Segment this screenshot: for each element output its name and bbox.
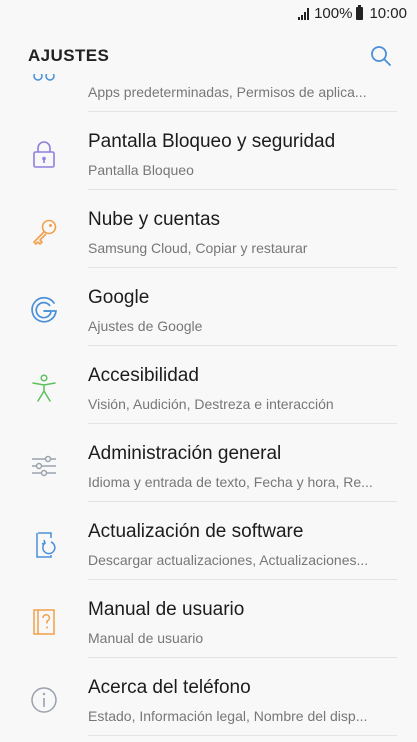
- page-title: AJUSTES: [28, 46, 110, 65]
- settings-item-title: Nube y cuentas: [88, 209, 221, 230]
- settings-item-accessibility[interactable]: Accesibilidad Visión, Audición, Destreza…: [0, 346, 417, 424]
- battery-icon: [356, 5, 364, 20]
- settings-item-general-management[interactable]: Administración general Idioma y entrada …: [0, 424, 417, 502]
- user-manual-icon: [26, 604, 62, 640]
- settings-item-subtitle: Samsung Cloud, Copiar y restaurar: [88, 240, 308, 256]
- settings-item-subtitle: Descargar actualizaciones, Actualizacion…: [88, 552, 369, 568]
- info-icon: [26, 682, 62, 718]
- settings-item-software-update[interactable]: Actualización de software Descargar actu…: [0, 502, 417, 580]
- lock-icon: [26, 136, 62, 172]
- settings-item-title: Administración general: [88, 443, 282, 464]
- settings-item-title: Manual de usuario: [88, 599, 245, 620]
- clock: 10:00: [369, 5, 407, 22]
- settings-item-cloud-accounts[interactable]: Nube y cuentas Samsung Cloud, Copiar y r…: [0, 190, 417, 268]
- settings-item-user-manual[interactable]: Manual de usuario Manual de usuario: [0, 580, 417, 658]
- settings-item-title: Actualización de software: [88, 521, 304, 542]
- settings-item-title: Acerca del teléfono: [88, 677, 251, 698]
- settings-item-google[interactable]: Google Ajustes de Google: [0, 268, 417, 346]
- settings-item-title: Accesibilidad: [88, 365, 199, 386]
- settings-item-title: Pantalla Bloqueo y seguridad: [88, 131, 336, 152]
- settings-item-subtitle: Manual de usuario: [88, 630, 204, 646]
- status-indicators: 100% 10:00: [298, 5, 407, 22]
- divider: [88, 735, 397, 736]
- sliders-icon: [26, 448, 62, 484]
- settings-item-subtitle: Idioma y entrada de texto, Fecha y hora,…: [88, 474, 373, 490]
- settings-item-subtitle: Visión, Audición, Destreza e interacción: [88, 396, 334, 412]
- settings-item-title: Google: [88, 287, 150, 308]
- settings-item-about-phone[interactable]: Acerca del teléfono Estado, Información …: [0, 658, 417, 736]
- settings-item-lock-screen[interactable]: Pantalla Bloqueo y seguridad Pantalla Bl…: [0, 112, 417, 190]
- apps-icon: [26, 74, 62, 90]
- software-update-icon: [26, 526, 62, 562]
- search-icon[interactable]: [369, 44, 393, 68]
- settings-item-subtitle: Estado, Información legal, Nombre del di…: [88, 708, 368, 724]
- accessibility-icon: [26, 370, 62, 406]
- settings-item-subtitle: Pantalla Bloqueo: [88, 162, 194, 178]
- battery-percent: 100%: [314, 5, 353, 22]
- key-icon: [26, 214, 62, 250]
- status-bar: 100% 10:00: [0, 0, 417, 30]
- google-icon: [26, 292, 62, 328]
- settings-item-subtitle: Ajustes de Google: [88, 318, 203, 334]
- settings-item-applications[interactable]: Apps predeterminadas, Permisos de aplica…: [0, 74, 417, 112]
- settings-item-subtitle: Apps predeterminadas, Permisos de aplica…: [88, 84, 367, 100]
- signal-icon: [298, 7, 310, 20]
- settings-list: Apps predeterminadas, Permisos de aplica…: [0, 74, 417, 742]
